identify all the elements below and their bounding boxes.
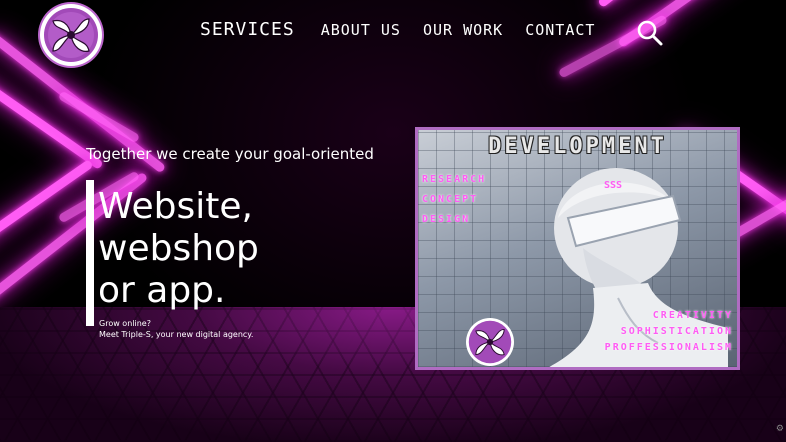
hero-title: Website, webshop or app. bbox=[98, 186, 259, 312]
promo-right-item: SOPHISTICATION bbox=[620, 326, 733, 337]
promo-title: DEVELOPMENT bbox=[488, 134, 667, 159]
hero-title-line: Website, bbox=[98, 186, 253, 227]
nav-contact[interactable]: CONTACT bbox=[525, 21, 595, 39]
promo-left-item: RESEARCH bbox=[422, 174, 487, 185]
promo-left-item: DESIGN bbox=[422, 214, 471, 225]
hero-subheading: Together we create your goal-oriented bbox=[86, 145, 374, 163]
tagline-line: Meet Triple-S, your new digital agency. bbox=[99, 330, 254, 339]
promo-left-list: RESEARCH CONCEPT DESIGN bbox=[422, 170, 486, 230]
triple-s-logo-icon bbox=[44, 8, 98, 62]
hero-tagline: Grow online? Meet Triple-S, your new dig… bbox=[99, 318, 253, 340]
search-icon[interactable] bbox=[636, 19, 664, 47]
promo-logo bbox=[466, 318, 514, 366]
hero-title-line: webshop bbox=[98, 228, 259, 269]
nav-about-us[interactable]: ABOUT US bbox=[321, 21, 401, 39]
main-nav: SERVICES ABOUT US OUR WORK CONTACT bbox=[200, 19, 617, 40]
tagline-line: Grow online? bbox=[99, 319, 151, 328]
nav-our-work[interactable]: OUR WORK bbox=[423, 21, 503, 39]
promo-right-list: CREATIVITY SOPHISTICATION PROFFESSIONALI… bbox=[605, 308, 733, 356]
nav-services[interactable]: SERVICES bbox=[200, 19, 295, 40]
promo-right-item: PROFFESSIONALISM bbox=[604, 342, 733, 353]
brand-logo[interactable] bbox=[40, 4, 102, 66]
hero-title-line: or app. bbox=[98, 270, 226, 311]
page: SERVICES ABOUT US OUR WORK CONTACT Toget… bbox=[0, 0, 786, 442]
development-promo-image: DEVELOPMENT RESEARCH CONCEPT DESIGN SSS … bbox=[415, 127, 740, 370]
triple-s-logo-icon bbox=[468, 320, 512, 364]
promo-visor-badge: SSS bbox=[604, 180, 623, 191]
promo-left-item: CONCEPT bbox=[422, 194, 479, 205]
promo-right-item: CREATIVITY bbox=[652, 310, 733, 321]
hero-accent-line bbox=[86, 180, 94, 326]
corner-gear-icon[interactable]: ⚙ bbox=[776, 424, 784, 434]
